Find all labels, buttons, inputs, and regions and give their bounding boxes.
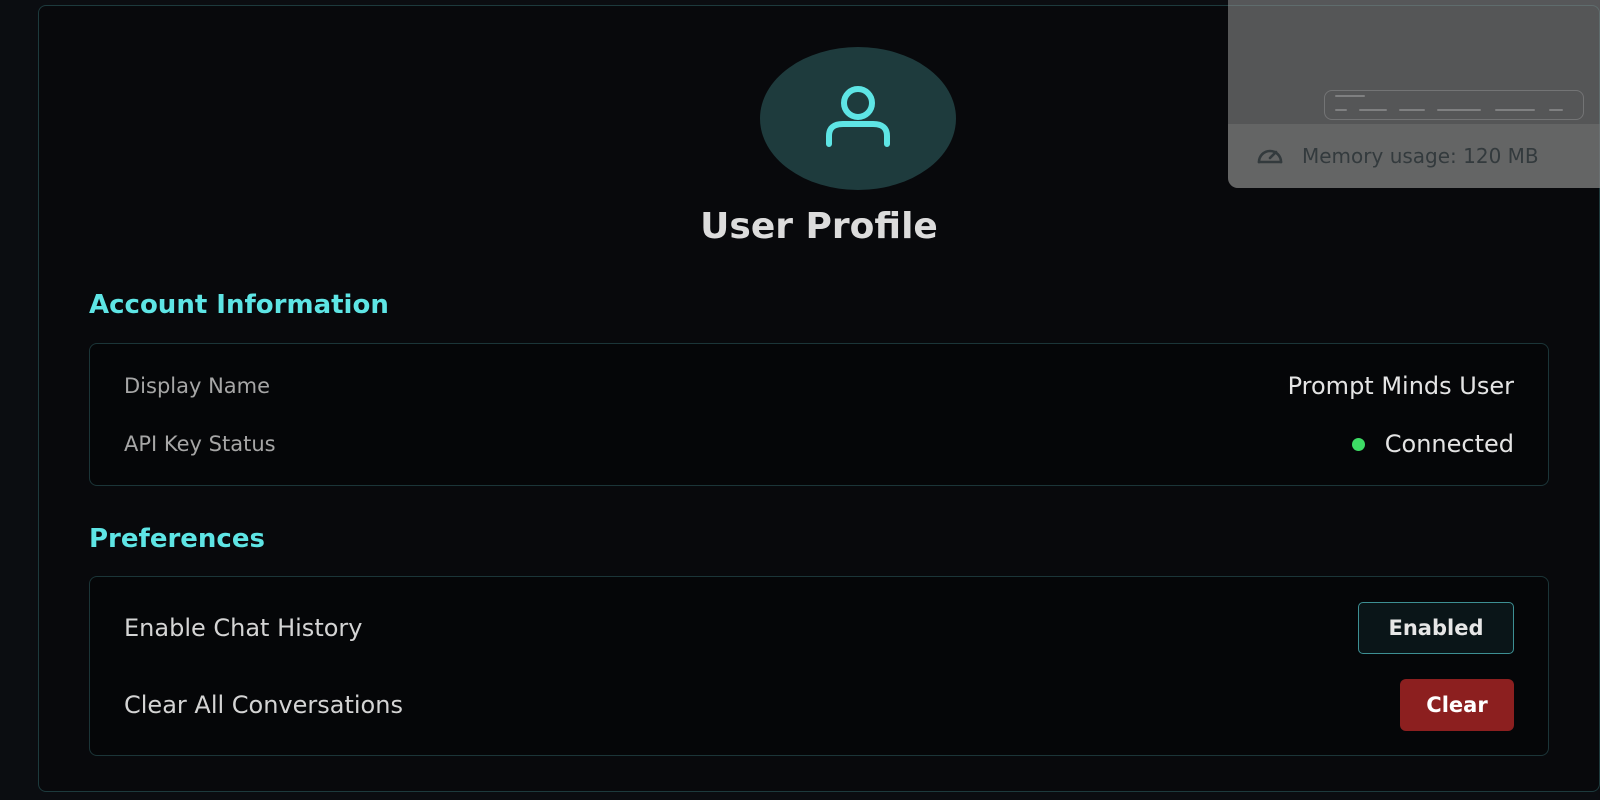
page-title: User Profile xyxy=(700,206,938,247)
api-key-value: Connected xyxy=(1384,430,1514,458)
account-panel: Display Name Prompt Minds User API Key S… xyxy=(89,343,1549,486)
user-icon xyxy=(823,85,893,152)
display-name-value: Prompt Minds User xyxy=(1287,372,1514,400)
thumbnail-preview xyxy=(1324,90,1584,120)
account-section-heading: Account Information xyxy=(89,290,389,320)
api-key-row: API Key Status Connected xyxy=(124,424,1514,464)
preferences-panel: Enable Chat History Enabled Clear All Co… xyxy=(89,576,1549,756)
memory-usage-bar: Memory usage: 120 MB xyxy=(1228,124,1600,188)
avatar xyxy=(760,47,956,190)
api-key-status: Connected xyxy=(1351,430,1514,458)
clear-button[interactable]: Clear xyxy=(1400,679,1514,731)
preferences-section-heading: Preferences xyxy=(89,524,265,554)
api-key-label: API Key Status xyxy=(124,432,276,456)
display-name-row: Display Name Prompt Minds User xyxy=(124,366,1514,406)
chat-history-toggle-button[interactable]: Enabled xyxy=(1358,602,1514,654)
memory-usage-overlay: Memory usage: 120 MB xyxy=(1228,0,1600,188)
display-name-label: Display Name xyxy=(124,374,271,398)
chat-history-label: Enable Chat History xyxy=(124,614,363,642)
gauge-icon xyxy=(1256,143,1284,169)
chat-history-row: Enable Chat History Enabled xyxy=(124,601,1514,655)
clear-conversations-row: Clear All Conversations Clear xyxy=(124,678,1514,732)
status-dot-icon xyxy=(1351,437,1365,451)
clear-conversations-label: Clear All Conversations xyxy=(124,691,403,719)
memory-usage-text: Memory usage: 120 MB xyxy=(1302,144,1539,168)
